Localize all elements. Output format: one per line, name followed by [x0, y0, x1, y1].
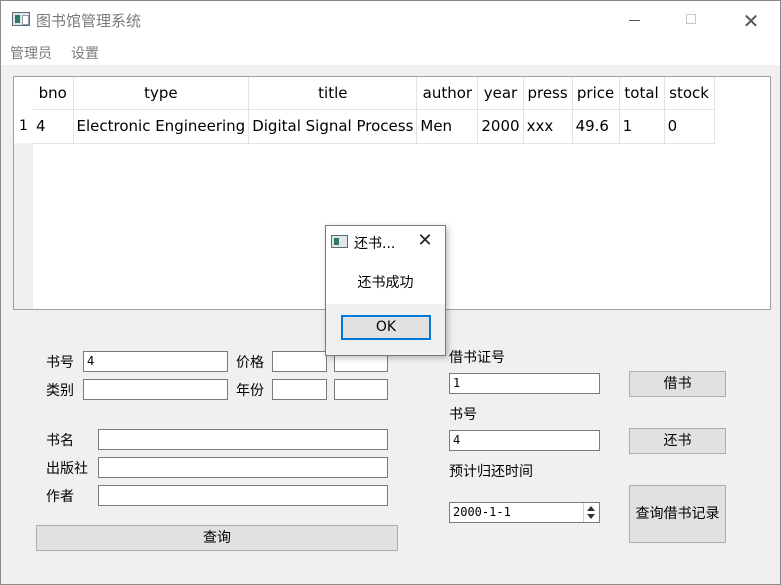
dialog-close-button[interactable]: ✕	[414, 229, 436, 253]
ok-button[interactable]: OK	[341, 315, 431, 340]
borrow-bno-label: 书号	[449, 407, 477, 423]
bno-input[interactable]: 4	[83, 351, 228, 372]
query-records-button[interactable]: 查询借书记录	[629, 485, 726, 543]
date-spinner[interactable]	[583, 503, 598, 522]
borrow-button[interactable]: 借书	[629, 371, 726, 397]
title-bar: 图书馆管理系统 ✕	[1, 1, 780, 39]
column-header-stock[interactable]: stock	[664, 77, 715, 110]
due-date-input[interactable]: 2000-1-1	[449, 502, 600, 523]
row-header[interactable]: 1	[14, 109, 33, 143]
message-dialog: 还书... ✕ 还书成功 OK	[325, 225, 446, 356]
spin-down-icon[interactable]	[587, 514, 595, 519]
column-header-press[interactable]: press	[523, 77, 573, 110]
press-label: 出版社	[46, 461, 88, 477]
year-max-input[interactable]	[334, 379, 388, 400]
table-cell[interactable]: Electronic Engineering	[73, 109, 250, 144]
year-label: 年份	[236, 383, 264, 399]
return-button[interactable]: 还书	[629, 428, 726, 454]
press-input[interactable]	[98, 457, 388, 478]
dialog-app-icon	[331, 235, 348, 248]
spin-up-icon[interactable]	[587, 506, 595, 511]
column-header-bno[interactable]: bno	[33, 77, 74, 110]
menu-settings[interactable]: 设置	[71, 43, 99, 63]
maximize-button[interactable]	[669, 7, 715, 35]
due-label: 预计归还时间	[449, 464, 533, 480]
author-input[interactable]	[98, 485, 388, 506]
dialog-message: 还书成功	[357, 275, 414, 291]
card-label: 借书证号	[449, 350, 505, 366]
row-header-column: 1	[14, 109, 33, 309]
price-label: 价格	[236, 355, 264, 371]
table-corner	[14, 77, 33, 109]
query-button[interactable]: 查询	[36, 525, 398, 551]
column-header-price[interactable]: price	[572, 77, 620, 110]
column-header-type[interactable]: type	[73, 77, 250, 110]
type-input[interactable]	[83, 379, 228, 400]
table-cell[interactable]: xxx	[523, 109, 573, 144]
table-cell[interactable]: 1	[619, 109, 665, 144]
window-title: 图书馆管理系统	[36, 12, 142, 30]
dialog-title: 还书...	[354, 236, 396, 252]
title-label: 书名	[46, 433, 74, 449]
type-label: 类别	[46, 383, 74, 399]
table-cell[interactable]: 2000	[477, 109, 524, 144]
year-min-input[interactable]	[272, 379, 327, 400]
table-cell[interactable]: 0	[664, 109, 715, 144]
column-header-title[interactable]: title	[248, 77, 418, 110]
close-button[interactable]: ✕	[728, 7, 774, 35]
author-label: 作者	[46, 489, 74, 505]
column-header-author[interactable]: author	[416, 77, 479, 110]
table-cell[interactable]: 49.6	[572, 109, 620, 144]
books-grid: bno type title author year press price t…	[33, 77, 715, 144]
dialog-body: 还书成功	[326, 258, 445, 304]
app-icon	[12, 12, 30, 26]
dialog-title-bar: 还书... ✕	[326, 226, 445, 258]
borrow-bno-input[interactable]: 4	[449, 430, 600, 451]
card-input[interactable]: 1	[449, 373, 600, 394]
minimize-button[interactable]	[611, 7, 657, 35]
menu-bar: 管理员 设置	[1, 39, 780, 65]
table-cell[interactable]: Men	[416, 109, 479, 144]
price-min-input[interactable]	[272, 351, 327, 372]
table-cell[interactable]: 4	[33, 109, 74, 144]
table-row[interactable]: 4 Electronic Engineering Digital Signal …	[33, 109, 715, 144]
main-window: 图书馆管理系统 ✕ 管理员 设置 1 bno type title author…	[0, 0, 781, 585]
column-header-year[interactable]: year	[477, 77, 524, 110]
table-cell[interactable]: Digital Signal Process	[248, 109, 418, 144]
column-header-total[interactable]: total	[619, 77, 665, 110]
title-input[interactable]	[98, 429, 388, 450]
menu-admin[interactable]: 管理员	[10, 43, 52, 63]
bno-label: 书号	[46, 355, 74, 371]
